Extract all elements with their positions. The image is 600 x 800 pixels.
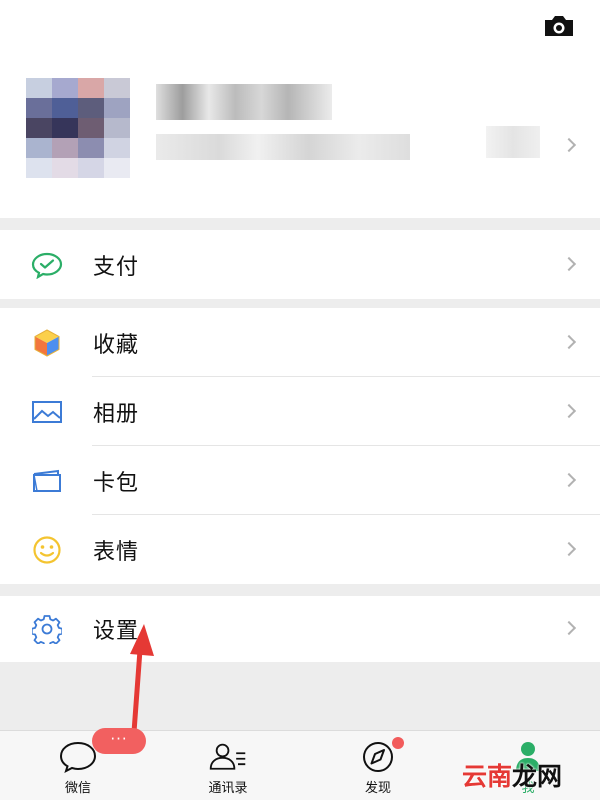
chevron-right-icon [561,256,577,271]
qr-code-blurred[interactable] [486,126,540,158]
menu-item-album[interactable]: 相册 [0,377,600,446]
avatar[interactable] [26,78,154,178]
camera-icon[interactable] [542,14,576,38]
chevron-right-icon [561,334,577,349]
image-icon [30,397,64,427]
chevron-right-icon [561,137,577,153]
pay-section: 支付 [0,230,600,299]
menu-item-favorites[interactable]: 收藏 [0,308,600,377]
settings-section: 设置 [0,596,600,662]
more-options-pill[interactable]: ··· [92,728,146,754]
menu-item-label: 相册 [93,401,140,427]
chevron-right-icon [561,403,577,418]
chevron-right-icon [561,472,577,487]
menu-item-label: 卡包 [93,470,140,496]
watermark: 云南龙网 [462,762,563,791]
tab-contacts[interactable]: 通讯录 [168,731,288,800]
gear-icon [30,614,64,644]
wechat-id-blurred [156,134,410,160]
annotation-arrow [130,624,154,735]
menu-item-label: 收藏 [93,332,140,358]
menu-item-label: 支付 [93,254,140,280]
notification-dot [392,737,404,749]
profile-header[interactable] [0,0,600,218]
menu-item-pay[interactable]: 支付 [0,230,600,299]
tab-label: 发现 [364,781,391,796]
tab-label: 微信 [64,781,91,796]
contacts-icon [209,743,246,770]
menu-item-stickers[interactable]: 表情 [0,515,600,584]
nickname-blurred [156,84,332,120]
cube-icon [30,328,64,358]
smiley-icon [30,535,64,565]
wechat-pay-icon [30,250,64,280]
wallet-icon [30,466,64,496]
tab-label: 通讯录 [208,781,248,796]
chevron-right-icon [561,541,577,556]
menu-item-settings[interactable]: 设置 [0,596,600,662]
menu-item-label: 表情 [93,539,140,565]
menu-item-cards[interactable]: 卡包 [0,446,600,515]
chevron-right-icon [561,620,577,636]
tab-discover[interactable]: 发现 [318,731,438,800]
features-section: 收藏 相册 卡包 表情 [0,308,600,584]
